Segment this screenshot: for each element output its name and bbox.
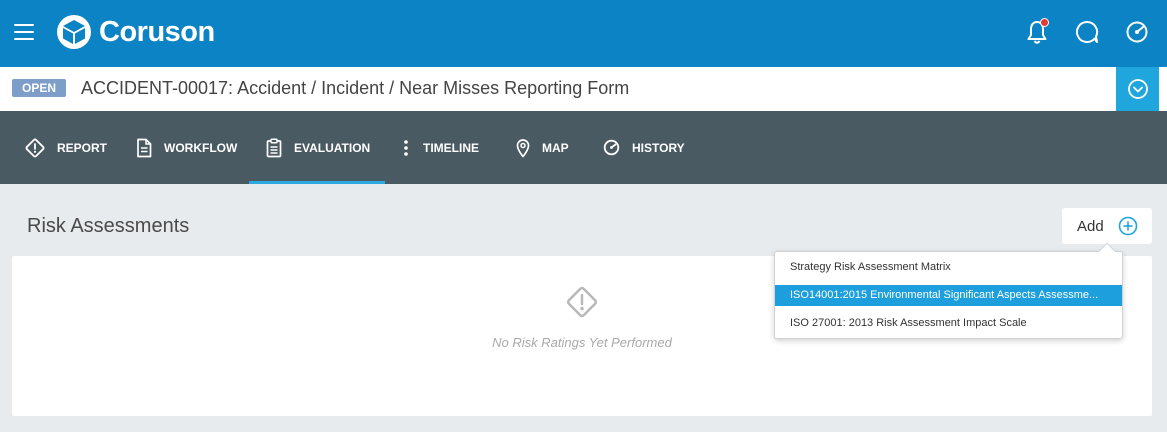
chat-bubble-icon bbox=[1076, 20, 1099, 43]
record-options-button[interactable] bbox=[1116, 67, 1159, 111]
menu-item-strategy-risk-matrix[interactable]: Strategy Risk Assessment Matrix bbox=[775, 257, 1122, 278]
tab-label: REPORT bbox=[57, 140, 108, 155]
dashboard-button[interactable] bbox=[1123, 18, 1151, 46]
tab-label: HISTORY bbox=[632, 140, 685, 155]
add-button-label: Add bbox=[1077, 217, 1104, 235]
document-icon bbox=[137, 138, 152, 157]
top-actions bbox=[1023, 18, 1151, 46]
add-assessment-dropdown: Strategy Risk Assessment Matrix ISO14001… bbox=[774, 242, 1123, 339]
tab-workflow[interactable]: WORKFLOW bbox=[135, 111, 237, 184]
chevron-down-circle-icon bbox=[1127, 79, 1148, 99]
plus-circle-icon bbox=[1118, 216, 1138, 236]
menu-item-iso27001[interactable]: ISO 27001: 2013 Risk Assessment Impact S… bbox=[775, 313, 1122, 334]
history-icon bbox=[603, 139, 620, 156]
record-title: ACCIDENT-00017: Accident / Incident / Ne… bbox=[81, 78, 630, 98]
notifications-button[interactable] bbox=[1023, 18, 1051, 46]
tab-label: MAP bbox=[542, 140, 569, 155]
tab-report[interactable]: REPORT bbox=[24, 111, 107, 184]
logo[interactable]: Coruson bbox=[56, 13, 215, 51]
gauge-icon bbox=[1126, 21, 1148, 43]
map-pin-icon bbox=[516, 138, 530, 157]
tab-label: TIMELINE bbox=[423, 140, 479, 155]
vertical-dots-icon bbox=[404, 139, 408, 156]
status-badge: OPEN bbox=[12, 79, 67, 97]
menu-item-iso14001[interactable]: ISO14001:2015 Environmental Significant … bbox=[775, 285, 1122, 306]
top-bar: Coruson bbox=[0, 0, 1167, 67]
menu-icon[interactable] bbox=[14, 24, 34, 40]
tab-evaluation[interactable]: EVALUATION bbox=[248, 111, 386, 184]
warning-diamond-icon bbox=[566, 286, 598, 318]
brand-name: Coruson bbox=[99, 15, 215, 48]
record-header: OPEN ACCIDENT-00017: Accident / Incident… bbox=[0, 67, 1167, 111]
section-title: Risk Assessments bbox=[27, 215, 190, 237]
tab-bar: REPORT WORKFLOW EVALUATION TIMELINE MAP … bbox=[0, 111, 1167, 184]
tab-map[interactable]: MAP bbox=[515, 111, 569, 184]
tab-label: WORKFLOW bbox=[164, 140, 238, 155]
tab-label: EVALUATION bbox=[294, 140, 371, 155]
tab-history[interactable]: HISTORY bbox=[602, 111, 685, 184]
warning-diamond-icon bbox=[25, 138, 45, 157]
clipboard-icon bbox=[266, 137, 282, 157]
notification-dot bbox=[1040, 18, 1049, 27]
tab-timeline[interactable]: TIMELINE bbox=[400, 111, 479, 184]
chat-button[interactable] bbox=[1073, 18, 1101, 46]
coruson-logo-icon bbox=[57, 15, 91, 49]
add-button[interactable]: Add bbox=[1062, 208, 1152, 244]
